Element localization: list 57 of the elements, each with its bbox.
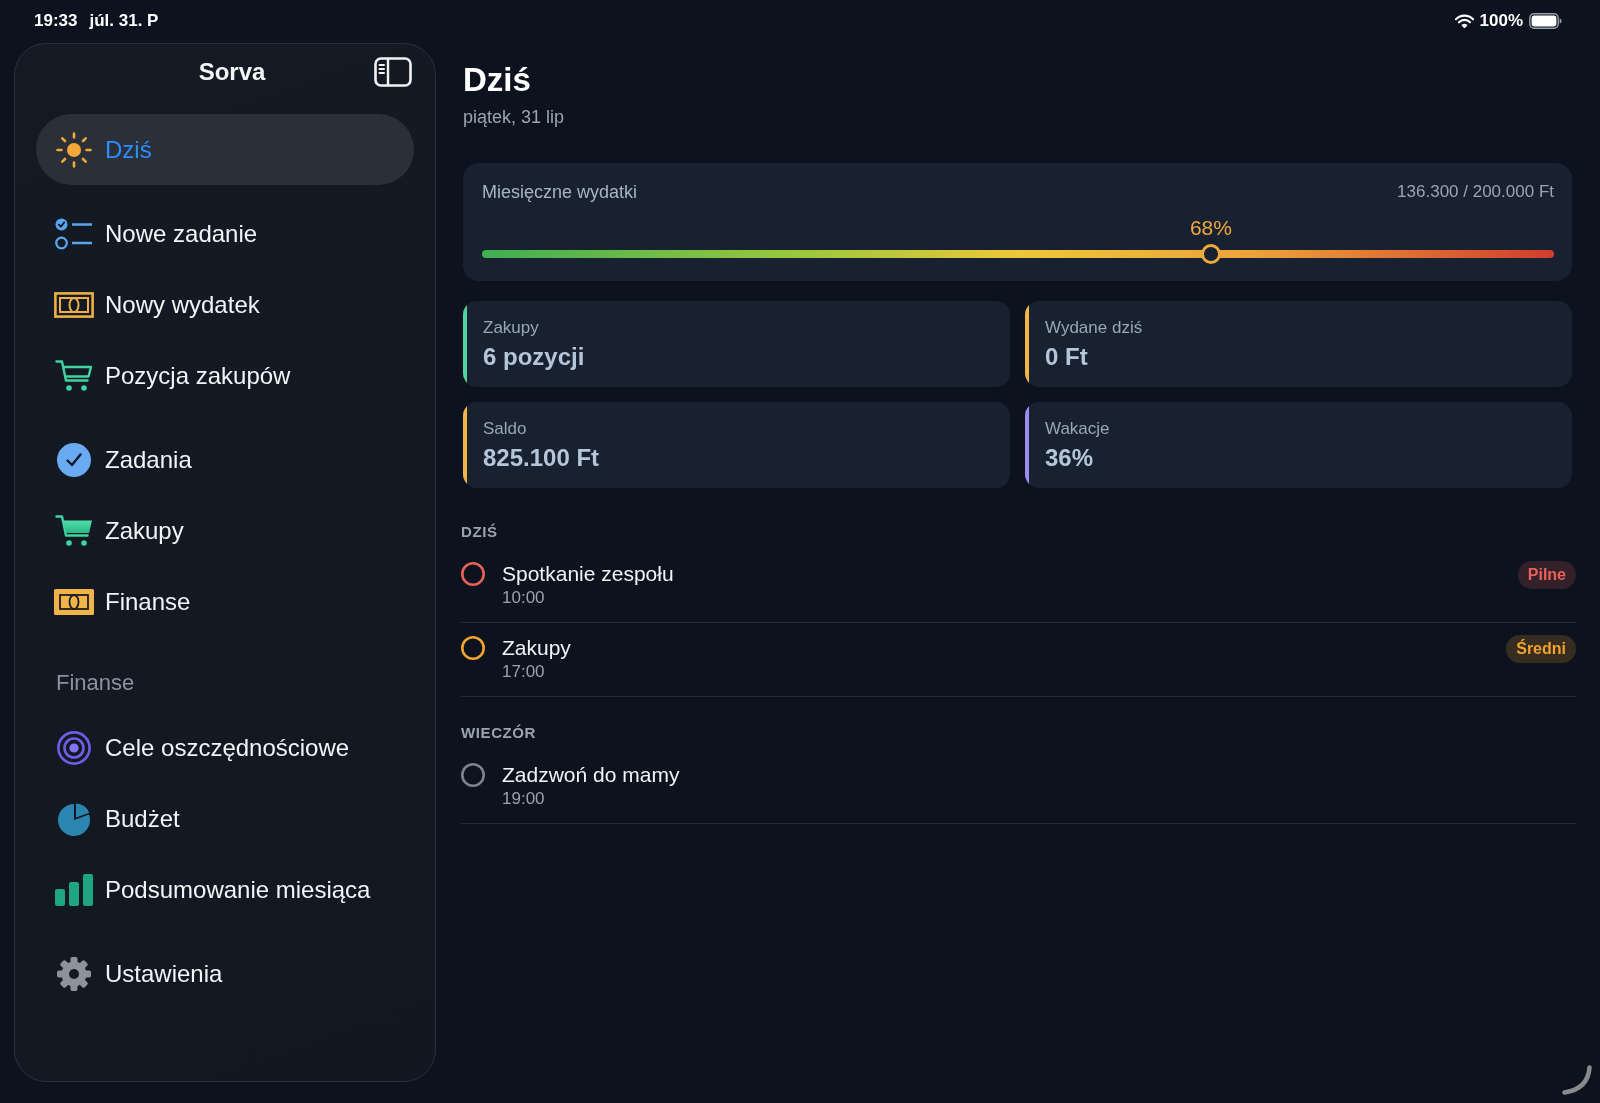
nav-item[interactable]: Pozycja zakupów — [36, 340, 414, 411]
nav-item[interactable]: Nowy wydatek — [36, 269, 414, 340]
task-title: Zadzwoń do mamy — [502, 762, 681, 788]
pie-chart-icon — [57, 801, 91, 836]
target-icon — [57, 730, 91, 765]
stat-value: 6 pozycji — [483, 342, 585, 372]
stat-label: Zakupy — [483, 317, 540, 339]
page-subtitle: piątek, 31 lip — [463, 106, 566, 129]
nav-item[interactable]: Zakupy — [36, 495, 414, 566]
stat-label: Wakacje — [1045, 418, 1110, 440]
stat-value: 825.100 Ft — [483, 443, 600, 473]
task-time: 10:00 — [502, 587, 546, 609]
nav-item[interactable]: Nowe zadanie — [36, 198, 414, 269]
page-title: Dziś — [463, 60, 532, 100]
task-checkbox[interactable] — [461, 763, 485, 787]
task-title: Zakupy — [502, 635, 572, 661]
task-checkbox[interactable] — [461, 636, 485, 660]
checkmark-circle-icon — [57, 442, 91, 477]
banknote-icon — [54, 588, 94, 615]
nav-item[interactable]: Zadania — [36, 424, 414, 495]
task-title: Spotkanie zespołu — [502, 561, 675, 587]
cart-icon — [55, 359, 93, 392]
bar-chart-icon — [55, 873, 93, 906]
percent-label: 68% — [1189, 217, 1232, 239]
section-header: WIECZÓR — [461, 723, 538, 743]
resize-handle-icon[interactable] — [1562, 1065, 1592, 1095]
cart-icon — [55, 514, 93, 547]
stat-value: 36% — [1045, 443, 1095, 473]
nav-item[interactable]: Budżet — [36, 783, 414, 854]
status-date: júl. 31. P — [89, 10, 159, 31]
nav-item[interactable]: Cele oszczędnościowe — [36, 712, 414, 783]
task-time: 17:00 — [502, 661, 546, 683]
nav-item[interactable]: Finanse — [36, 566, 414, 637]
section-header: Finanse — [55, 669, 136, 697]
settings-icon — [57, 956, 91, 991]
stat-label: Saldo — [483, 418, 528, 440]
battery-percent: 100% — [1479, 10, 1523, 31]
checklist-icon — [55, 217, 93, 250]
wifi-icon — [1454, 13, 1474, 28]
nav-item[interactable]: Ustawienia — [36, 938, 414, 1009]
budget-amount: 136.300 / 200.000 Ft — [1397, 182, 1554, 202]
nav-item[interactable]: Podsumowanie miesiąca — [36, 854, 414, 925]
status-time: 19:33 — [34, 10, 78, 31]
battery-icon — [1529, 12, 1562, 29]
stat-label: Wydane dziś — [1045, 317, 1143, 339]
priority-tag: Średni — [1506, 635, 1576, 663]
priority-tag: Pilne — [1517, 561, 1576, 589]
task-time: 19:00 — [502, 788, 546, 810]
stat-value: 0 Ft — [1045, 342, 1089, 372]
task-checkbox[interactable] — [461, 562, 485, 586]
sun-icon — [56, 131, 92, 168]
sidebar-toggle-icon[interactable] — [374, 57, 412, 87]
app-title: Sorva — [198, 58, 266, 86]
section-header: DZIŚ — [461, 522, 499, 542]
nav-item[interactable]: Dziś — [36, 114, 414, 185]
banknote-icon — [54, 291, 94, 318]
budget-title: Miesięczne wydatki — [482, 181, 638, 203]
